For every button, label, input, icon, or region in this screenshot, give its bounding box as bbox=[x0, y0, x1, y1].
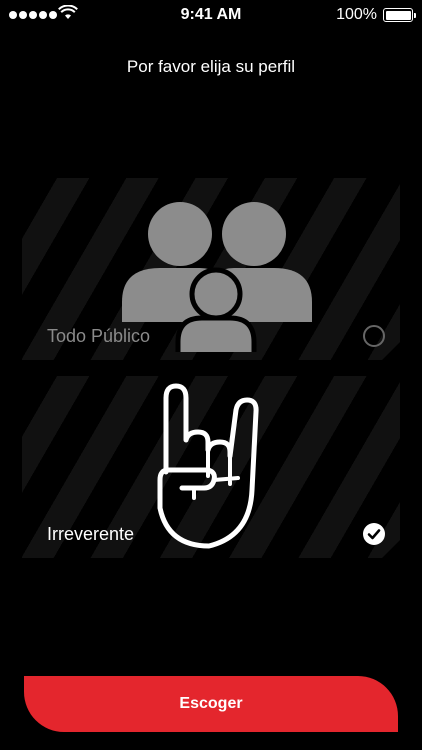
family-icon bbox=[122, 202, 312, 352]
rock-hand-icon bbox=[157, 383, 259, 549]
choose-button[interactable]: Escoger bbox=[24, 676, 398, 732]
battery-icon bbox=[383, 8, 416, 22]
option-label-irreverente: Irreverente bbox=[47, 524, 135, 544]
option-todo-publico[interactable]: Todo Público bbox=[22, 178, 400, 360]
page-title: Por favor elija su perfil bbox=[126, 57, 296, 76]
option-irreverente[interactable]: Irreverente bbox=[22, 376, 400, 558]
checkmark-icon[interactable] bbox=[363, 523, 385, 545]
option-label-todo-publico: Todo Público bbox=[47, 326, 151, 346]
status-bar: 9:41 AM 100% bbox=[0, 0, 422, 30]
radio-unselected-icon[interactable] bbox=[363, 325, 385, 347]
battery-percent: 100% bbox=[336, 6, 377, 23]
